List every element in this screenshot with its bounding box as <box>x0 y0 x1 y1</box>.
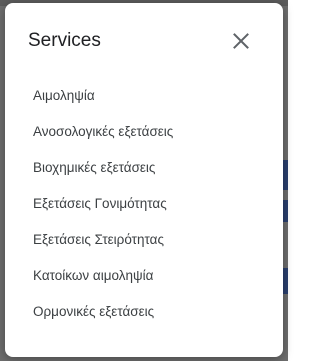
close-icon <box>233 33 249 49</box>
services-list: Αιμοληψία Ανοσολογικές εξετάσεις Βιοχημι… <box>5 77 283 329</box>
service-item-hormonal[interactable]: Ορμονικές εξετάσεις <box>5 293 283 329</box>
service-item-label: Εξετάσεις Στειρότητας <box>33 231 164 247</box>
dialog-title: Services <box>28 30 101 51</box>
close-button[interactable] <box>227 27 255 55</box>
service-item-label: Βιοχημικές εξετάσεις <box>33 159 156 175</box>
dialog-header: Services <box>5 3 283 77</box>
service-item-label: Ανοσολογικές εξετάσεις <box>33 123 174 139</box>
service-item-infertility[interactable]: Εξετάσεις Στειρότητας <box>5 221 283 257</box>
service-item-fertility[interactable]: Εξετάσεις Γονιμότητας <box>5 185 283 221</box>
service-item-home-blood-draw[interactable]: Κατοίκων αιμοληψία <box>5 257 283 293</box>
service-item-label: Ορμονικές εξετάσεις <box>33 303 155 319</box>
service-item-label: Κατοίκων αιμοληψία <box>33 267 154 283</box>
service-item-label: Εξετάσεις Γονιμότητας <box>33 195 167 211</box>
service-item-immunology[interactable]: Ανοσολογικές εξετάσεις <box>5 113 283 149</box>
service-item-label: Αιμοληψία <box>33 87 95 103</box>
service-item-biochemistry[interactable]: Βιοχημικές εξετάσεις <box>5 149 283 185</box>
service-item-blood-draw[interactable]: Αιμοληψία <box>5 77 283 113</box>
services-dialog: Services Αιμοληψία Ανοσολογικές εξετάσει… <box>5 3 283 357</box>
